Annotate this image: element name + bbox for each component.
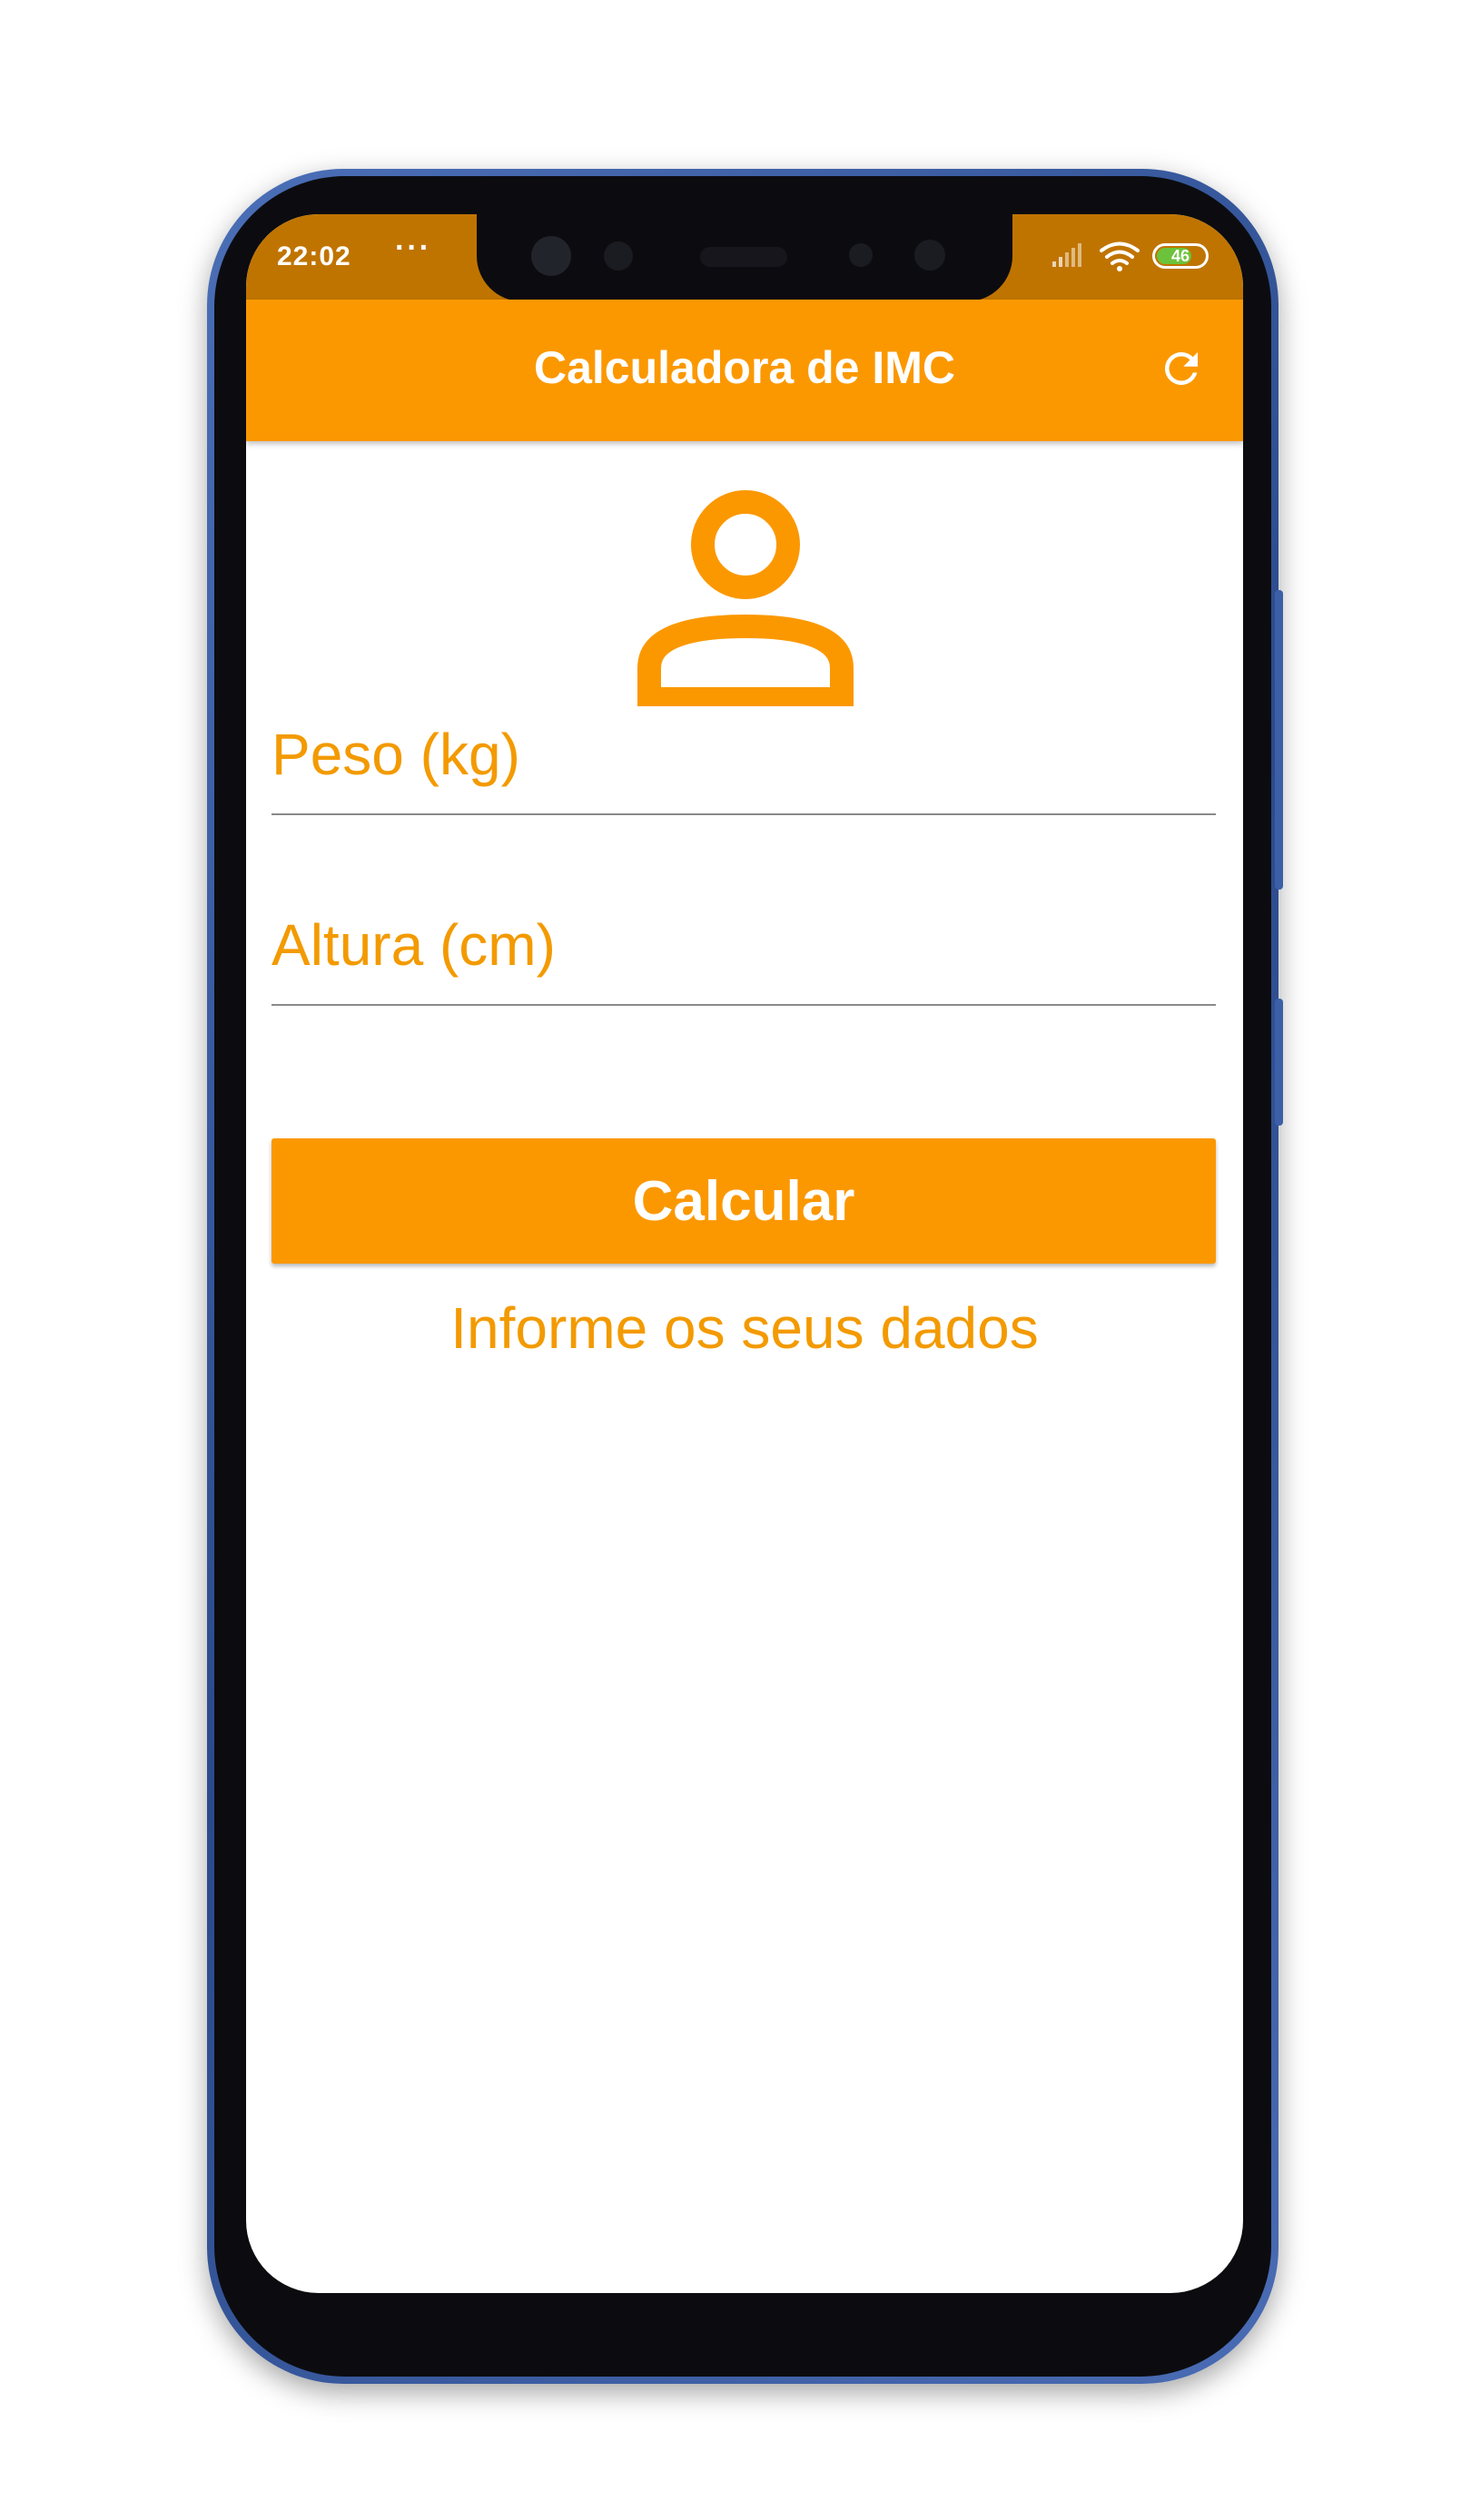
height-input[interactable] xyxy=(271,868,1216,1013)
sensor xyxy=(914,240,945,271)
status-icons: 46 xyxy=(1051,238,1209,274)
volume-button xyxy=(1275,590,1283,890)
front-camera xyxy=(531,236,571,276)
battery-percent: 46 xyxy=(1170,246,1190,265)
main-content: Calcular Informe os seus dados xyxy=(246,441,1243,2293)
height-field[interactable] xyxy=(271,868,1216,1013)
status-time: 22:02 xyxy=(277,241,351,271)
refresh-button[interactable] xyxy=(1152,340,1210,398)
earpiece-speaker xyxy=(700,247,787,267)
weight-input[interactable] xyxy=(271,677,1216,822)
app-title: Calculadora de IMC xyxy=(534,342,955,393)
canvas: 22:02 ··· 46 Calculadora de IMC Peso (kg… xyxy=(0,0,1471,2520)
app-bar: Calculadora de IMC xyxy=(246,300,1243,441)
notification-dots-icon: ··· xyxy=(395,231,431,265)
info-text: Informe os seus dados xyxy=(450,1295,1039,1361)
person-icon xyxy=(637,490,854,706)
sensor xyxy=(604,241,633,271)
phone-screen: 22:02 ··· 46 Calculadora de IMC Peso (kg… xyxy=(246,214,1243,2293)
power-button xyxy=(1275,999,1283,1126)
refresh-icon xyxy=(1164,351,1198,385)
battery-icon: 46 xyxy=(1152,243,1209,269)
signal-icon xyxy=(1052,243,1081,267)
wifi-icon xyxy=(1100,241,1140,271)
weight-field[interactable] xyxy=(271,677,1216,822)
calculate-button[interactable]: Calcular xyxy=(271,1138,1216,1264)
camera-notch xyxy=(477,214,1012,301)
sensor xyxy=(849,243,873,267)
